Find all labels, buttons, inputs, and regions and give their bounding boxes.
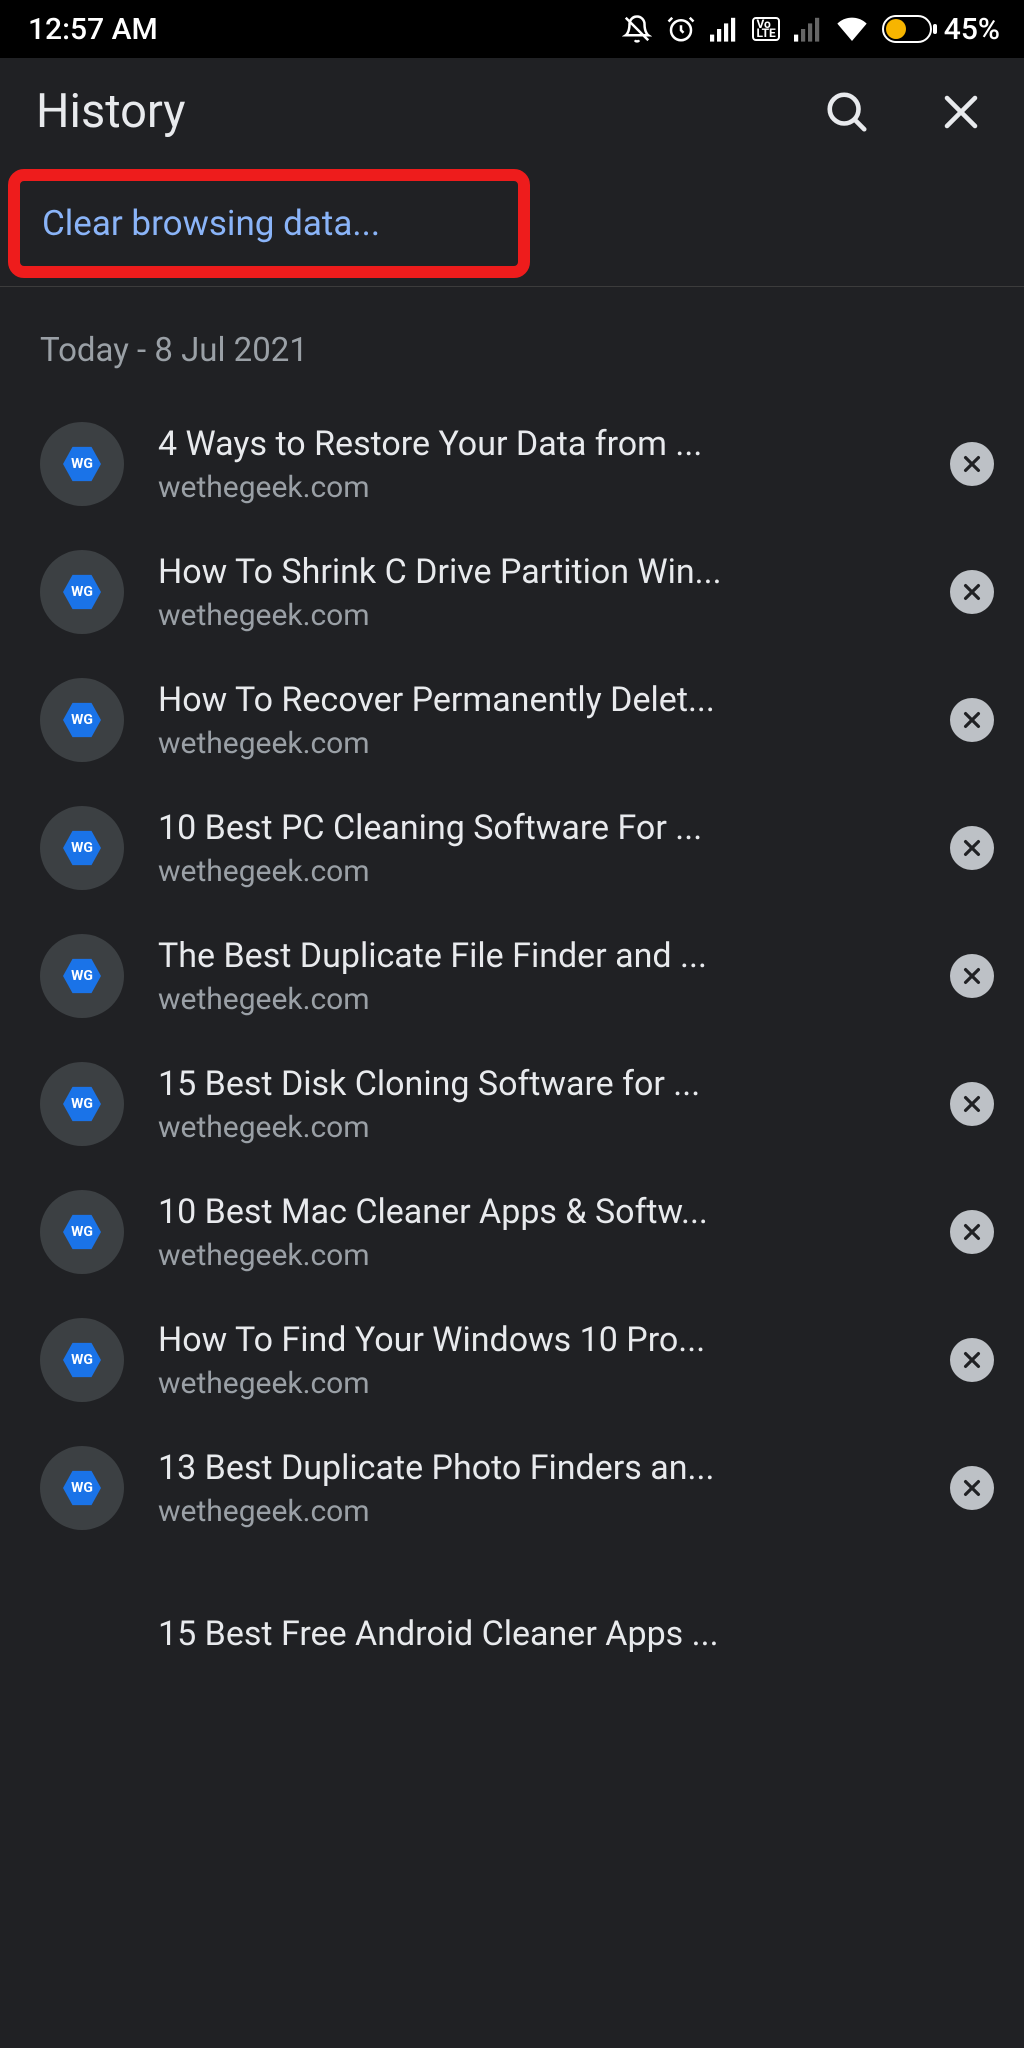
remove-history-item-button[interactable] [950,442,994,486]
close-icon[interactable] [940,91,982,133]
remove-history-item-button[interactable] [950,1338,994,1382]
history-item-domain: wethegeek.com [158,1494,916,1529]
remove-history-item-button[interactable] [950,826,994,870]
history-item-title: The Best Duplicate File Finder and ... [158,936,916,976]
history-item-title: 15 Best Free Android Cleaner Apps ... [158,1614,916,1654]
wethegeek-favicon-icon: WG [63,1469,101,1507]
favicon: WG [40,678,124,762]
page-title: History [36,84,824,139]
history-item-title: How To Recover Permanently Delet... [158,680,916,720]
favicon: WG [40,550,124,634]
history-item-text: 13 Best Duplicate Photo Finders an... we… [158,1448,916,1529]
remove-history-item-button[interactable] [950,954,994,998]
history-item[interactable]: WG 4 Ways to Restore Your Data from ... … [0,400,1024,528]
clear-browsing-data-link[interactable]: Clear browsing data... [42,203,380,244]
wethegeek-favicon-icon: WG [63,1085,101,1123]
history-item-text: 15 Best Free Android Cleaner Apps ... [158,1614,916,1654]
history-item[interactable]: WG 10 Best PC Cleaning Software For ... … [0,784,1024,912]
search-icon[interactable] [824,89,870,135]
remove-history-item-button[interactable] [950,570,994,614]
history-item-title: 15 Best Disk Cloning Software for ... [158,1064,916,1104]
wethegeek-favicon-icon: WG [63,957,101,995]
bell-off-icon [622,14,652,44]
favicon: WG [40,1318,124,1402]
history-item-domain: wethegeek.com [158,598,916,633]
history-item-domain: wethegeek.com [158,1238,916,1273]
remove-history-item-button[interactable] [950,1466,994,1510]
favicon: WG [40,934,124,1018]
android-status-bar: 12:57 AM VoLTE [0,0,1024,58]
history-item-title: 10 Best Mac Cleaner Apps & Softw... [158,1192,916,1232]
wethegeek-favicon-icon: WG [63,445,101,483]
history-date-header: Today - 8 Jul 2021 [0,287,1024,400]
alarm-icon [666,14,696,44]
history-item[interactable]: WG How To Find Your Windows 10 Pro... we… [0,1296,1024,1424]
history-item-text: 4 Ways to Restore Your Data from ... wet… [158,424,916,505]
history-item-text: How To Recover Permanently Delet... weth… [158,680,916,761]
status-icons: VoLTE 45% [622,12,1000,47]
history-item-domain: wethegeek.com [158,982,916,1017]
history-item-title: How To Shrink C Drive Partition Win... [158,552,916,592]
history-item[interactable]: WG 13 Best Duplicate Photo Finders an...… [0,1424,1024,1552]
history-item-domain: wethegeek.com [158,1110,916,1145]
history-item-text: How To Shrink C Drive Partition Win... w… [158,552,916,633]
signal-weak-icon [794,16,822,42]
favicon: WG [40,1446,124,1530]
history-item-text: 10 Best Mac Cleaner Apps & Softw... weth… [158,1192,916,1273]
volte-icon: VoLTE [752,17,779,41]
history-item-domain: wethegeek.com [158,470,916,505]
status-time: 12:57 AM [28,12,158,47]
history-item-title: 10 Best PC Cleaning Software For ... [158,808,916,848]
history-item-title: How To Find Your Windows 10 Pro... [158,1320,916,1360]
remove-history-item-button[interactable] [950,1210,994,1254]
history-list: WG 4 Ways to Restore Your Data from ... … [0,400,1024,1676]
battery-percent: 45% [944,12,1000,47]
favicon: WG [40,422,124,506]
history-item-text: The Best Duplicate File Finder and ... w… [158,936,916,1017]
history-item[interactable]: WG 10 Best Mac Cleaner Apps & Softw... w… [0,1168,1024,1296]
history-item[interactable]: WG How To Recover Permanently Delet... w… [0,656,1024,784]
favicon: WG [40,1062,124,1146]
remove-history-item-button[interactable] [950,698,994,742]
wethegeek-favicon-icon: WG [63,1213,101,1251]
chrome-history-page: History Clear browsing data... Today - 8… [0,58,1024,2048]
wethegeek-favicon-icon: WG [63,1341,101,1379]
wethegeek-favicon-icon: WG [63,701,101,739]
annotation-highlight-box: Clear browsing data... [8,169,530,278]
history-item[interactable]: WG 15 Best Disk Cloning Software for ...… [0,1040,1024,1168]
favicon: WG [40,1190,124,1274]
history-item-text: 10 Best PC Cleaning Software For ... wet… [158,808,916,889]
battery-icon: 45% [882,12,1000,47]
toolbar: History [0,58,1024,165]
wifi-icon [836,16,868,42]
history-item-title: 4 Ways to Restore Your Data from ... [158,424,916,464]
favicon: WG [40,806,124,890]
signal-full-icon [710,16,738,42]
history-item[interactable]: WG How To Shrink C Drive Partition Win..… [0,528,1024,656]
history-item-domain: wethegeek.com [158,726,916,761]
history-item[interactable]: WG The Best Duplicate File Finder and ..… [0,912,1024,1040]
history-item-text: How To Find Your Windows 10 Pro... wethe… [158,1320,916,1401]
wethegeek-favicon-icon: WG [63,573,101,611]
history-item-text: 15 Best Disk Cloning Software for ... we… [158,1064,916,1145]
history-item-domain: wethegeek.com [158,854,916,889]
history-item-domain: wethegeek.com [158,1366,916,1401]
history-item-title: 13 Best Duplicate Photo Finders an... [158,1448,916,1488]
history-item[interactable]: 15 Best Free Android Cleaner Apps ... [0,1552,1024,1676]
remove-history-item-button[interactable] [950,1082,994,1126]
clear-browsing-data-row: Clear browsing data... [0,165,1024,287]
wethegeek-favicon-icon: WG [63,829,101,867]
